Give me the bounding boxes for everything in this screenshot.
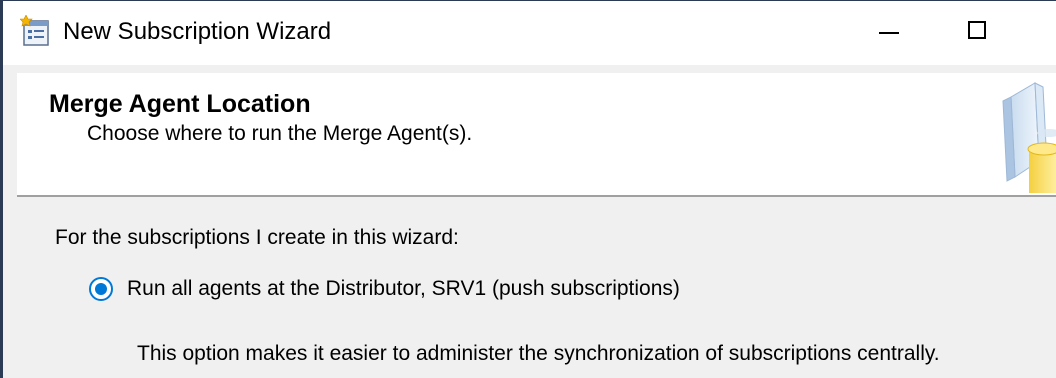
wizard-app-icon <box>20 15 49 46</box>
page-title: Merge Agent Location <box>49 90 311 118</box>
title-bar[interactable]: New Subscription Wizard <box>3 1 1056 65</box>
minimize-button[interactable] <box>843 1 933 65</box>
maximize-icon <box>968 21 986 39</box>
radio-label[interactable]: Run all agents at the Distributor, SRV1 … <box>127 276 680 302</box>
wizard-window: New Subscription Wizard Merge Agent Loca… <box>0 0 1056 378</box>
wizard-header-panel: Merge Agent Location Choose where to run… <box>17 73 1056 197</box>
minimize-icon <box>879 32 899 34</box>
run-at-distributor-radio-option[interactable]: Run all agents at the Distributor, SRV1 … <box>89 273 680 305</box>
maximize-button[interactable] <box>933 1 1023 65</box>
section-label: For the subscriptions I create in this w… <box>55 226 459 249</box>
radio-button[interactable] <box>89 277 113 301</box>
radio-selected-dot <box>95 283 107 295</box>
database-books-icon <box>1002 82 1056 193</box>
page-subtitle: Choose where to run the Merge Agent(s). <box>87 122 473 145</box>
window-title: New Subscription Wizard <box>63 18 332 45</box>
option-description: This option makes it easier to administe… <box>137 342 940 365</box>
